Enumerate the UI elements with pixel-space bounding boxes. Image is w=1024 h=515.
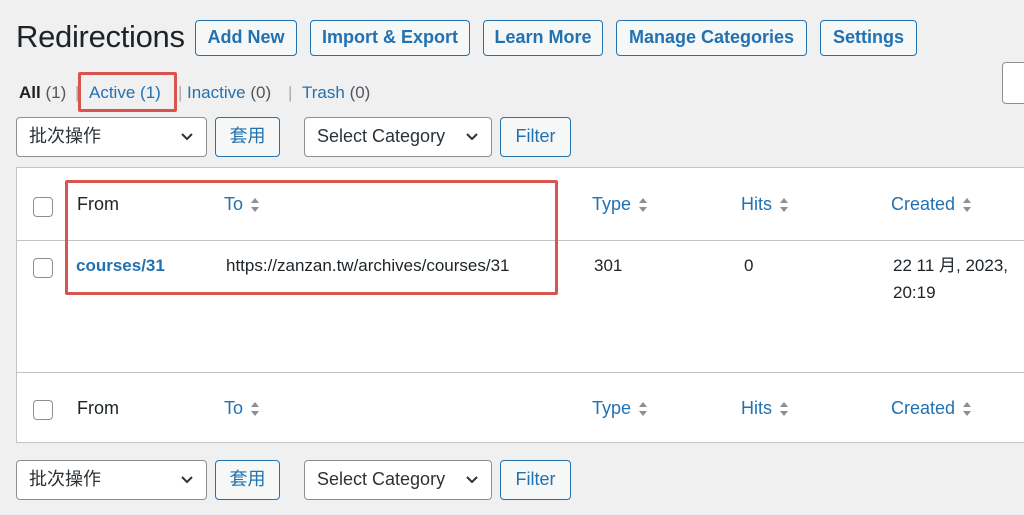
- bulk-action-select[interactable]: 批次操作: [16, 117, 207, 157]
- from-to-highlight-box: [65, 180, 558, 295]
- row-hits: 0: [744, 256, 754, 275]
- view-inactive-label: Inactive: [187, 83, 246, 102]
- learn-more-button[interactable]: Learn More: [483, 20, 603, 56]
- view-separator: |: [288, 83, 293, 102]
- view-inactive[interactable]: Inactive (0): [187, 82, 271, 104]
- view-separator: |: [178, 83, 183, 102]
- bulk-action-value: 批次操作: [29, 469, 101, 489]
- column-hits[interactable]: Hits: [741, 192, 790, 216]
- column-to-label: To: [224, 398, 244, 418]
- row-checkbox[interactable]: [33, 258, 53, 278]
- column-created-label: Created: [891, 398, 956, 418]
- column-created[interactable]: Created: [891, 192, 973, 216]
- category-value: Select Category: [317, 469, 446, 489]
- column-hits-footer[interactable]: Hits: [741, 396, 790, 420]
- view-all-count: (1): [45, 83, 67, 102]
- sort-icon: [963, 402, 972, 417]
- filter-button[interactable]: Filter: [500, 117, 571, 157]
- apply-button[interactable]: 套用: [215, 117, 280, 157]
- add-new-button[interactable]: Add New: [195, 20, 297, 56]
- column-from-footer: From: [77, 398, 119, 418]
- active-highlight-box: [78, 72, 177, 112]
- chevron-down-icon: [181, 133, 193, 141]
- category-select-bottom[interactable]: Select Category: [304, 460, 492, 500]
- column-created-label: Created: [891, 194, 956, 214]
- chevron-down-icon: [466, 133, 478, 141]
- view-trash-count: (0): [349, 83, 371, 102]
- bulk-action-select-bottom[interactable]: 批次操作: [16, 460, 207, 500]
- column-hits-label: Hits: [741, 398, 772, 418]
- column-type-label: Type: [592, 194, 632, 214]
- sort-icon: [639, 402, 648, 417]
- category-select[interactable]: Select Category: [304, 117, 492, 157]
- column-type[interactable]: Type: [592, 192, 649, 216]
- sort-icon: [780, 198, 788, 213]
- view-trash[interactable]: Trash (0): [302, 82, 370, 104]
- footer-divider: [17, 372, 1024, 373]
- category-value: Select Category: [317, 126, 446, 146]
- column-type-footer[interactable]: Type: [592, 396, 649, 420]
- sort-icon: [963, 198, 972, 213]
- search-input[interactable]: [1002, 62, 1024, 104]
- sort-icon: [639, 198, 648, 213]
- page-title: Redirections: [16, 19, 185, 54]
- sort-icon: [251, 402, 260, 417]
- view-all[interactable]: All (1): [19, 82, 66, 104]
- filter-button-bottom[interactable]: Filter: [500, 460, 571, 500]
- apply-button-bottom[interactable]: 套用: [215, 460, 280, 500]
- view-all-label: All: [19, 83, 41, 102]
- row-created-date: 22 11 月, 2023,: [893, 256, 1008, 275]
- chevron-down-icon: [181, 476, 193, 484]
- column-created-footer[interactable]: Created: [891, 396, 973, 420]
- sort-icon: [780, 402, 788, 417]
- column-type-label: Type: [592, 398, 632, 418]
- select-all-checkbox-footer[interactable]: [33, 400, 53, 420]
- import-export-button[interactable]: Import & Export: [310, 20, 470, 56]
- bulk-action-value: 批次操作: [29, 126, 101, 146]
- settings-button[interactable]: Settings: [820, 20, 917, 56]
- row-created-time: 20:19: [893, 283, 936, 302]
- select-all-checkbox[interactable]: [33, 197, 53, 217]
- row-type: 301: [594, 256, 623, 275]
- chevron-down-icon: [466, 476, 478, 484]
- column-to-footer[interactable]: To: [224, 396, 261, 420]
- view-trash-label: Trash: [302, 83, 345, 102]
- column-hits-label: Hits: [741, 194, 772, 214]
- manage-categories-button[interactable]: Manage Categories: [616, 20, 807, 56]
- view-inactive-count: (0): [250, 83, 272, 102]
